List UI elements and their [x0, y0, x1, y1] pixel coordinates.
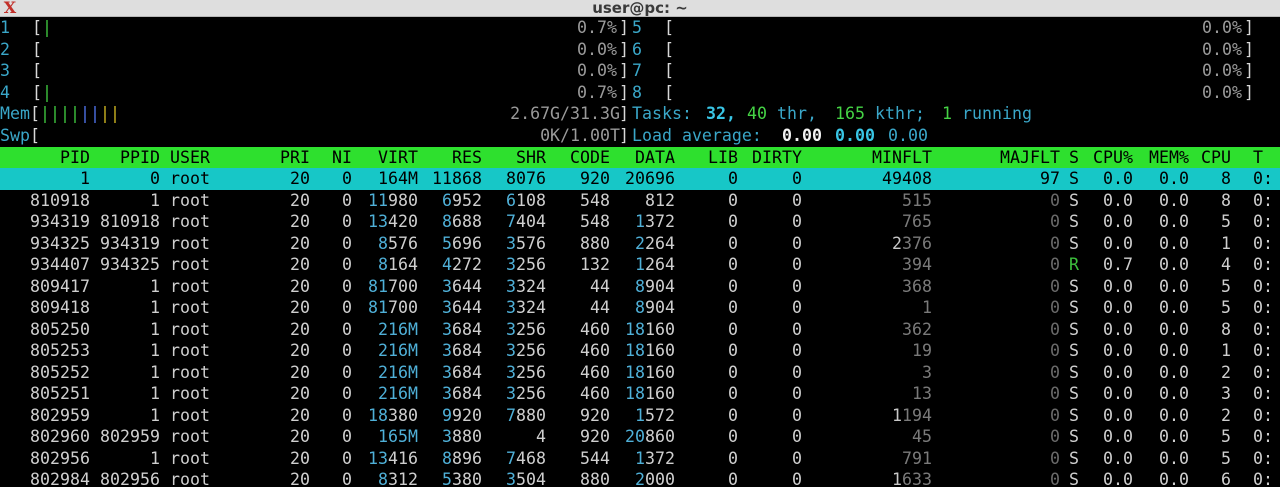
cpu-meter-label: 5	[632, 18, 642, 37]
process-row[interactable]: 802959 1 root 20 0 18380 9920 7880 920 1572 0 0 1194…	[0, 405, 1280, 427]
cpu-meter-open-bracket: [	[664, 39, 674, 59]
process-cpun: 8	[1221, 319, 1231, 339]
swap-meter: Swp[0K/1.00T] Load average: 0.00 0.00 0.00	[0, 125, 1280, 147]
column-header-t: T	[1253, 148, 1263, 167]
load-average-1min: 0.00	[782, 125, 822, 145]
process-row[interactable]: 805250 1 root 20 0 216M 3684 3256 460 18160 0 0 362 0…	[0, 319, 1280, 341]
process-row[interactable]: 802956 1 root 20 0 13416 8896 7468 544 1372 0 0 791 0…	[0, 448, 1280, 470]
process-t: 0:	[1253, 276, 1273, 296]
process-cpun: 3	[1221, 384, 1231, 403]
process-t: 0:	[1253, 470, 1273, 487]
process-cpun: 2	[1221, 405, 1231, 425]
process-row[interactable]: 809417 1 root 20 0 81700 3644 3324 44 8904 0 0 368 0 S…	[0, 276, 1280, 298]
process-table-header[interactable]: PID PPID USER PRI NI VIRT RES SHR CODE DATA LIB DIR…	[0, 147, 1280, 168]
process-cpun: 2	[1221, 362, 1231, 382]
process-t: 0:	[1253, 169, 1273, 188]
process-t: 0:	[1253, 255, 1273, 274]
cpu-meter-open-bracket: [	[664, 18, 674, 37]
process-t: 0:	[1253, 362, 1273, 382]
cpu-meter-close-bracket: ]	[1244, 82, 1254, 102]
htop-terminal[interactable]: 1[| 0.7%] 2[0.0%] 3[0.0%] 4[| 0.7%] 5[0.0%] 6[0…	[0, 17, 1280, 487]
window-titlebar[interactable]: X user@pc: ~	[0, 0, 1280, 17]
cpu-meter-value: 0.0%	[1202, 61, 1242, 80]
cpu-meter-5: 5 [0.0%]	[0, 17, 1254, 39]
process-cpun: 4	[1221, 255, 1231, 274]
process-t: 0:	[1253, 233, 1273, 253]
cpu-meter-open-bracket: [	[664, 61, 674, 80]
process-t: 0:	[1253, 405, 1273, 425]
cpu-meter-label: 8	[632, 82, 642, 102]
process-t: 0:	[1253, 212, 1273, 231]
tasks-count: 32,	[706, 104, 736, 123]
load-average-15min: 0.00	[888, 125, 928, 145]
mem-meter-close-bracket: ]	[619, 104, 629, 123]
process-cpun: 1	[1221, 233, 1231, 253]
process-row[interactable]: 805251 1 root 20 0 216M 3684 3256 460 18160 0 0 13 0 S…	[0, 383, 1280, 405]
load-average-label: Load average:	[632, 125, 762, 145]
swap-meter-value: 0K/1.00T	[540, 125, 620, 145]
cpu-meter-close-bracket: ]	[1244, 39, 1254, 59]
tasks-label: Tasks:	[632, 104, 692, 123]
process-cpun: 6	[1221, 470, 1231, 487]
running-label: running	[962, 104, 1032, 123]
process-row[interactable]: 934325 934319 root 20 0 8576 5696 3576 880 2264 0 0…	[0, 233, 1280, 255]
running-count: 1	[942, 104, 952, 123]
process-row[interactable]: 810918 1 root 20 0 11980 6952 6108 548 812 0 0 515 0 S…	[0, 190, 1280, 212]
process-cpun: 5	[1221, 276, 1231, 296]
process-cpun: 8	[1221, 190, 1231, 210]
cpu-meter-close-bracket: ]	[1244, 18, 1254, 37]
process-row[interactable]: 805253 1 root 20 0 216M 3684 3256 460 18160 0 0 19 0 S…	[0, 340, 1280, 362]
mem-meter-bar-used: ||||	[40, 104, 80, 123]
cpu-meter-close-bracket: ]	[1244, 61, 1254, 80]
process-row[interactable]: 934407 934325 root 20 0 8164 4272 3256 132 1264 0 0…	[0, 254, 1280, 276]
swap-meter-label: Swp	[0, 125, 30, 145]
process-t: 0:	[1253, 341, 1273, 360]
process-row[interactable]: 802960 802959 root 20 0 165M 3880 4 920 20860 0 0 45…	[0, 426, 1280, 448]
mem-meter-label: Mem	[0, 104, 30, 123]
swap-meter-open-bracket: [	[30, 125, 40, 145]
mem-meter-open-bracket: [	[30, 104, 40, 123]
threads-label: thr,	[777, 104, 817, 123]
cpu-meter-6: 6 [0.0%]	[0, 39, 1254, 61]
cpu-meter-label: 7	[632, 61, 642, 80]
process-t: 0:	[1253, 384, 1273, 403]
process-row[interactable]: 934319 810918 root 20 0 13420 8688 7404 548 1372 0…	[0, 211, 1280, 233]
load-average-5min: 0.00	[835, 125, 875, 145]
mem-meter-bar-buffers: ||	[80, 104, 100, 123]
cpu-meter-7: 7 [0.0%]	[0, 60, 1254, 82]
cpu-meter-label: 6	[632, 39, 642, 59]
mem-meter: Mem[|||| || || 2.67G/31.3G] Tasks: 32, 40 thr, 1…	[0, 103, 1280, 125]
process-cpun: 5	[1221, 298, 1231, 317]
process-row[interactable]: 805252 1 root 20 0 216M 3684 3256 460 18160 0 0 3 0 S 0…	[0, 362, 1280, 384]
process-t: 0:	[1253, 190, 1273, 210]
cpu-meter-value: 0.0%	[1202, 39, 1242, 59]
column-header-cpun: CPU	[1201, 148, 1231, 167]
cpu-meter-open-bracket: [	[664, 82, 674, 102]
cpu-meter-value: 0.0%	[1202, 18, 1242, 37]
process-t: 0:	[1253, 427, 1273, 446]
cpu-meter-8: 8 [0.0%]	[0, 82, 1254, 104]
threads-count: 40	[747, 104, 767, 123]
mem-meter-value: 2.67G/31.3G	[510, 104, 620, 123]
swap-meter-close-bracket: ]	[619, 125, 629, 145]
process-t: 0:	[1253, 448, 1273, 468]
process-row[interactable]: 809418 1 root 20 0 81700 3644 3324 44 8904 0 0 1 0 S 0.…	[0, 297, 1280, 319]
kthreads-count: 165	[835, 104, 865, 123]
process-row[interactable]: 802984 802956 root 20 0 8312 5380 3504 880 2000 0 0…	[0, 469, 1280, 487]
kthreads-label: kthr;	[875, 104, 925, 123]
mem-meter-bar-cache: ||	[100, 104, 120, 123]
process-t: 0:	[1253, 298, 1273, 317]
process-cpun: 5	[1221, 212, 1231, 231]
process-cpun: 5	[1221, 448, 1231, 468]
process-cpun: 8	[1221, 169, 1231, 188]
cpu-meter-value: 0.0%	[1202, 82, 1242, 102]
process-t: 0:	[1253, 319, 1273, 339]
process-cpun: 5	[1221, 427, 1231, 446]
process-cpun: 1	[1221, 341, 1231, 360]
process-row[interactable]: 1 0 root 20 0 164M 11868 8076 920 20696 0 0 49408 97 S…	[0, 168, 1280, 190]
